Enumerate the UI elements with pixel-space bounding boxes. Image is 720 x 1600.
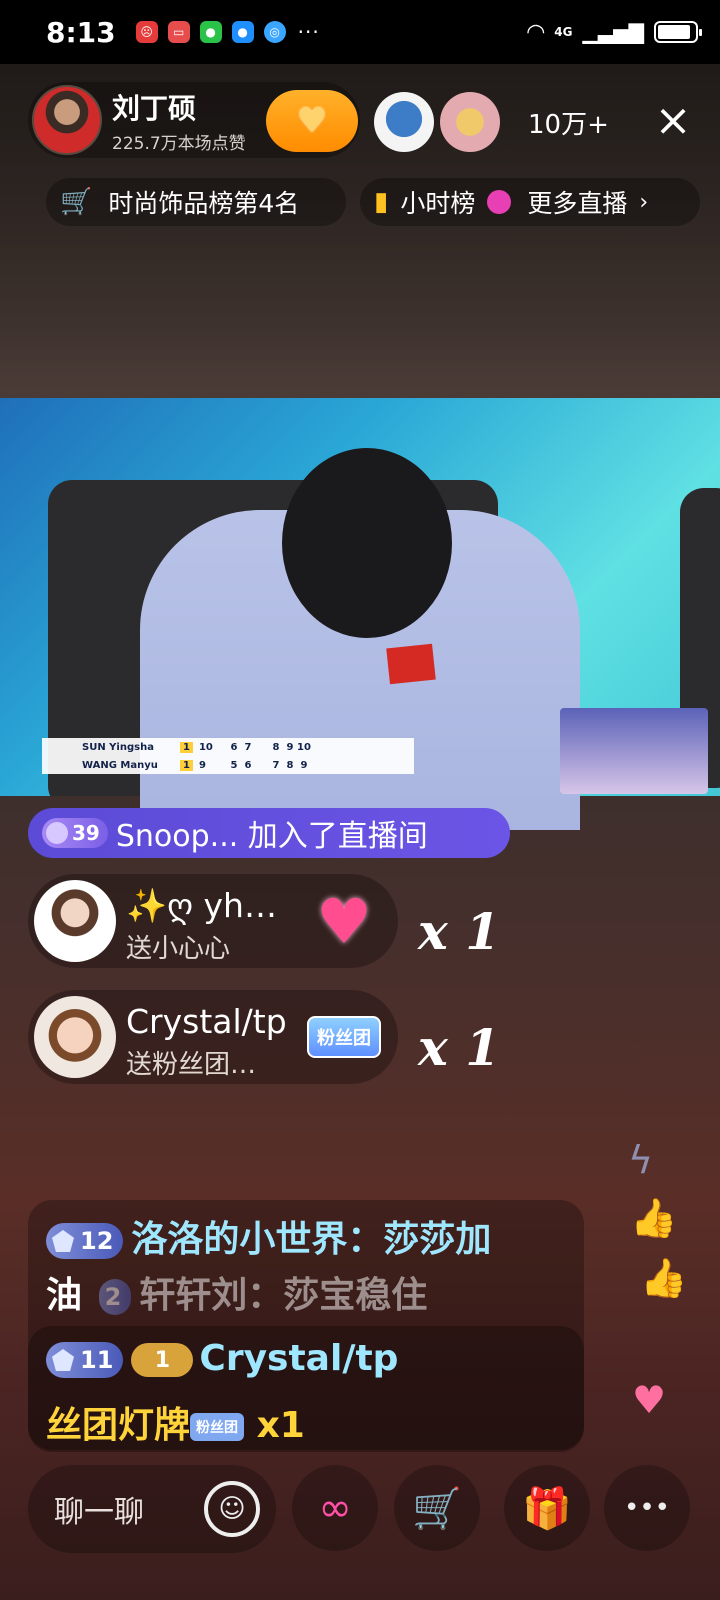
user-level-badge: 11 <box>46 1342 124 1378</box>
score-history-cell: 7 <box>244 741 252 753</box>
gift-user: Crystal/tp <box>126 1002 287 1041</box>
p1-points: 10 <box>198 741 213 753</box>
host-avatar[interactable] <box>32 85 102 155</box>
picture-in-picture[interactable] <box>560 708 708 794</box>
chevron-right-icon: › <box>639 189 649 215</box>
chat-message: 12 洛洛的小世界：莎莎加 <box>46 1210 491 1262</box>
chat-message: 丝团灯牌 粉丝团 x1 <box>46 1405 305 1446</box>
fashion-rank-pill[interactable]: 🛒 时尚饰品榜第4名 <box>46 178 346 226</box>
fashion-rank-label: 时尚饰品榜第4名 <box>108 189 300 218</box>
cart-icon: 🛒 <box>412 1485 462 1532</box>
gift-card[interactable]: ✨ღ yh… 送小心心 ♥ <box>28 874 398 968</box>
link-icon: ∞ <box>318 1485 352 1531</box>
lollipop-icon <box>487 190 512 214</box>
heart-icon: ♥ <box>632 1378 667 1422</box>
user-level-badge: 2 <box>98 1279 132 1315</box>
gift-desc: 送小心心 <box>126 934 231 964</box>
network-type: 4G <box>554 25 573 39</box>
score-row-p2: WANG Manyu 1 9 56789 <box>42 756 414 774</box>
score-row-p1: SUN Yingsha 1 10 6 7 8 9 10 <box>42 738 414 756</box>
player-head <box>282 448 452 638</box>
cart-icon: 🛒 <box>60 187 93 217</box>
gift-count: x 1 <box>418 902 501 961</box>
status-bar: 8:13 ☹ ▭ ● ● ◎ ··· ◜◝ 4G ▁▃▅▇ <box>0 0 720 64</box>
score-history-cell: 5 <box>230 759 238 771</box>
thumbs-up-icon: 👍 <box>640 1256 688 1300</box>
signal-icon: ▁▃▅▇ <box>582 20 644 44</box>
gift-desc: 送粉丝团… <box>126 1050 257 1080</box>
bar-chart-icon: ▮ <box>374 187 389 217</box>
score-history-cell: 8 <box>286 759 294 771</box>
message-app-icon: ● <box>231 21 254 43</box>
score-history-cell: 10 <box>297 741 311 753</box>
wifi-icon: ◜◝ <box>527 19 545 45</box>
score-history-cell: 6 <box>230 741 238 753</box>
notification-app-icon: ☹ <box>135 21 158 43</box>
more-notifications-icon: ··· <box>297 20 320 44</box>
hourly-rank-pill[interactable]: ▮ 小时榜 更多直播 › <box>360 178 700 226</box>
thumbs-up-icon: 👍 <box>630 1196 678 1240</box>
viewer-avatar[interactable] <box>440 92 500 152</box>
shop-button[interactable]: 🛒 <box>394 1465 480 1551</box>
follow-button[interactable]: ♥ <box>266 90 358 152</box>
link-button[interactable]: ∞ <box>292 1465 378 1551</box>
more-button[interactable]: ••• <box>604 1465 690 1551</box>
score-history-cell: 8 <box>272 741 280 753</box>
p1-history: 6 7 8 9 10 <box>227 742 311 753</box>
p2-points: 9 <box>198 759 206 771</box>
emoji-button[interactable]: ☺ <box>204 1481 260 1537</box>
china-flag <box>386 643 436 685</box>
gift-icon: 🎁 <box>522 1485 572 1532</box>
score-history-cell: 9 <box>286 741 294 753</box>
fan-club-icon: 粉丝团 <box>190 1413 245 1441</box>
score-history-cell: 6 <box>244 759 252 771</box>
user-level-badge: 12 <box>46 1223 124 1259</box>
user-avatar[interactable] <box>34 880 116 962</box>
fan-level-badge: 1 <box>131 1343 194 1377</box>
chat-message: 油 2 轩轩刘：莎宝稳住 <box>46 1275 428 1316</box>
more-icon: ••• <box>623 1493 670 1523</box>
browser-app-icon: ◎ <box>263 21 286 43</box>
player1-name: SUN Yingsha <box>82 741 154 753</box>
fan-club-gift-icon: 粉丝团 <box>304 1000 384 1074</box>
hourly-rank-label: 小时榜 <box>400 189 476 218</box>
notification-app-icon: ▭ <box>167 21 190 43</box>
wechat-icon: ● <box>199 21 222 43</box>
clock: 8:13 <box>46 15 116 49</box>
user-avatar[interactable] <box>34 996 116 1078</box>
host-name: 刘丁硕 <box>112 91 197 125</box>
heart-gift-icon: ♥ <box>316 884 372 958</box>
join-text: Snoop... 加入了直播间 <box>115 819 428 854</box>
more-live-label: 更多直播 <box>527 189 628 218</box>
chat-message: 11 1 Crystal/tp <box>46 1338 398 1379</box>
viewer-avatar[interactable] <box>374 92 434 152</box>
heart-plus-icon: ♥ <box>296 101 328 141</box>
gift-user: ✨ღ yh… <box>126 886 277 925</box>
gift-count: x 1 <box>418 1018 501 1077</box>
p1-games: 1 <box>180 741 193 753</box>
bottom-bar: 聊一聊 ☺ ∞ 🛒 🎁 ••• <box>0 1465 720 1565</box>
score-history-cell: 9 <box>300 759 308 771</box>
host-likes: 225.7万本场点赞 <box>112 133 246 154</box>
viewer-count[interactable]: 10万+ <box>528 104 609 141</box>
player2-name: WANG Manyu <box>82 759 158 771</box>
battery-icon <box>654 21 702 43</box>
p2-history: 56 789 <box>227 760 311 771</box>
close-button[interactable]: × <box>648 96 698 146</box>
p2-games: 1 <box>180 759 193 771</box>
lightning-icon: ϟ <box>628 1138 654 1182</box>
score-history-cell: 7 <box>272 759 280 771</box>
join-banner: 39 Snoop... 加入了直播间 <box>28 808 510 858</box>
scoreboard: SUN Yingsha 1 10 6 7 8 9 10 WANG Manyu 1 9 5… <box>42 738 414 774</box>
gift-button[interactable]: 🎁 <box>504 1465 590 1551</box>
gift-card[interactable]: Crystal/tp 送粉丝团… 粉丝团 <box>28 990 398 1084</box>
level-badge: 39 <box>42 818 108 848</box>
